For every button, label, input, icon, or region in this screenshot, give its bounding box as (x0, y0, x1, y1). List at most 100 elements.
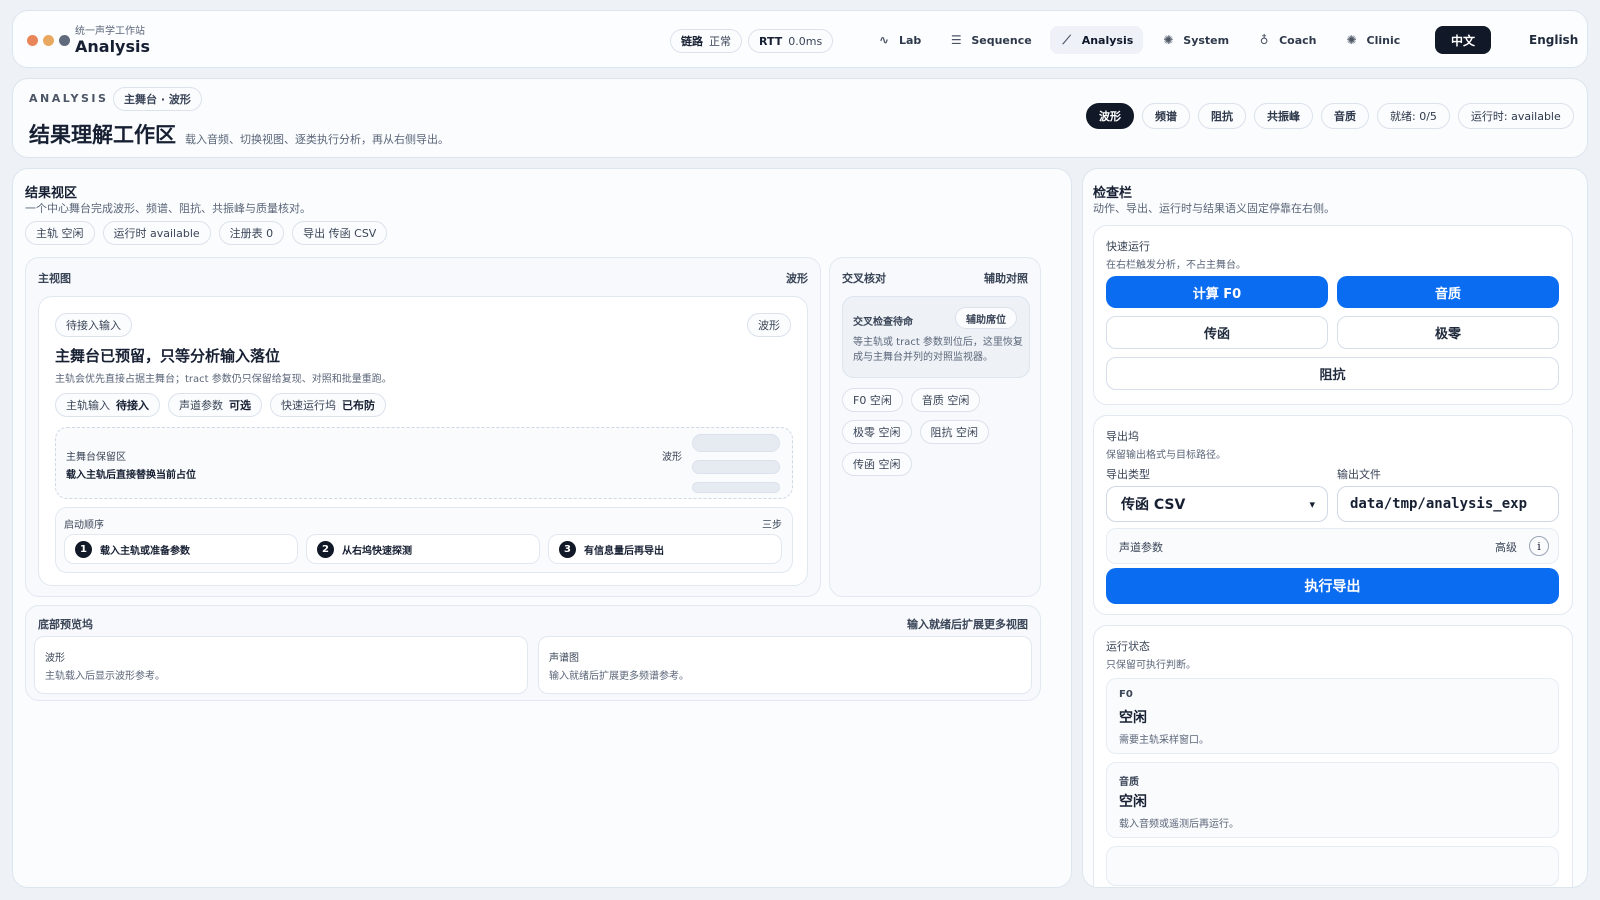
polezero-run-button[interactable]: 极零 (1337, 316, 1559, 349)
cross-aux-label: 辅助对照 (984, 272, 1028, 285)
runtime-status-card: 运行状态 只保留可执行判断。 F0 空闲 需要主轨采样窗口。 音质 空闲 载入音… (1093, 625, 1573, 887)
results-title: 结果视区 (25, 186, 78, 201)
nav-lab-label: Lab (899, 33, 922, 47)
results-panel: 结果视区 一个中心舞台完成波形、频谱、阻抗、共振峰与质量核对。 主轨 空闲 运行… (12, 168, 1072, 888)
export-dock-card: 导出坞 保留输出格式与目标路径。 导出类型 输出文件 传函 CSV ▾ data… (1093, 415, 1573, 615)
runtime-status-title: 运行状态 (1106, 640, 1150, 653)
status-quality-tag: 音质 (1119, 777, 1139, 788)
cross-check-label: 交叉核对 (842, 272, 886, 285)
status-quality-note: 载入音频或遥测后再运行。 (1119, 819, 1239, 830)
chip-tract-params: 声道参数 可选 (168, 393, 262, 417)
step-2: 2 从右坞快速探测 (306, 534, 540, 564)
link-status-pill: 链路 正常 (670, 29, 742, 53)
tab-waveform[interactable]: 波形 (1086, 103, 1134, 129)
preview-spectrogram-text: 输入就绪后扩展更多频谱参考。 (549, 671, 689, 682)
nav-clinic[interactable]: ✺ Clinic (1335, 26, 1411, 54)
tab-formant[interactable]: 共振峰 (1254, 103, 1313, 129)
window-close-dot[interactable] (27, 35, 38, 46)
ready-count-badge: 就绪: 0/5 (1377, 103, 1450, 129)
waveform-icon: ∿ (878, 33, 890, 47)
quality-run-button[interactable]: 音质 (1337, 276, 1559, 308)
window-zoom-dot[interactable] (59, 35, 70, 46)
nav-sequence[interactable]: ☰ Sequence (939, 26, 1041, 54)
page-title: 结果理解工作区 (29, 123, 176, 147)
lang-en-button[interactable]: English (1513, 26, 1594, 54)
runtime-status-subtitle: 只保留可执行判断。 (1106, 660, 1196, 671)
export-type-select[interactable]: 传函 CSV ▾ (1106, 486, 1328, 522)
transfer-run-button[interactable]: 传函 (1106, 316, 1328, 349)
stage-headline: 主舞台已预留，只等分析输入落位 (55, 347, 281, 365)
chip-quick-dock-value: 已布防 (342, 399, 375, 412)
view-tabs: 波形 频谱 阻抗 共振峰 音质 就绪: 0/5 运行时: available (1086, 103, 1574, 129)
output-file-input[interactable]: data/tmp/analysis_exp (1337, 486, 1559, 522)
impedance-run-button[interactable]: 阻抗 (1106, 357, 1559, 390)
main-view-mode: 波形 (786, 272, 808, 285)
chip-tract-params-label: 声道参数 (179, 399, 223, 412)
inspector-panel: 检查栏 动作、导出、运行时与结果语义固定停靠在右侧。 快速运行 在右栏触发分析，… (1082, 168, 1588, 888)
chip-quick-dock-label: 快速运行坞 (281, 399, 336, 412)
gear-icon: ✺ (1163, 33, 1174, 47)
status-f0-note: 需要主轨采样窗口。 (1119, 735, 1209, 746)
chip-impedance-idle: 阻抗 空闲 (919, 420, 989, 444)
track-status-pill: 主轨 空闲 (25, 221, 95, 245)
reserve-text: 载入主轨后直接替换当前占位 (66, 470, 196, 481)
skeleton-bar (692, 482, 780, 493)
tab-spectrum[interactable]: 频谱 (1142, 103, 1190, 129)
compute-f0-button[interactable]: 计算 F0 (1106, 276, 1328, 308)
quick-run-card: 快速运行 在右栏触发分析，不占主舞台。 计算 F0 音质 传函 极零 阻抗 (1093, 225, 1573, 405)
results-status-pills: 主轨 空闲 运行时 available 注册表 0 导出 传函 CSV (25, 221, 388, 245)
chip-f0-idle: F0 空闲 (842, 388, 903, 412)
status-f0-tag: F0 (1119, 689, 1133, 700)
preview-spectrogram-title: 声谱图 (549, 653, 579, 664)
tab-quality[interactable]: 音质 (1321, 103, 1369, 129)
nav-lab[interactable]: ∿ Lab (867, 26, 931, 54)
stage-note: 主轨会优先直接占据主舞台；tract 参数仍只保留给复现、对照和批量重跑。 (55, 374, 392, 385)
launch-sequence: 启动顺序 三步 1 载入主轨或准备参数 2 从右坞快速探测 3 有信息量后再导出 (55, 507, 793, 573)
aux-seat-tag: 辅助席位 (955, 307, 1017, 329)
chip-transfer-idle: 传函 空闲 (842, 452, 912, 476)
cross-check-panel: 交叉核对 辅助对照 交叉检查待命 辅助席位 等主轨或 tract 参数到位后，这… (829, 257, 1041, 597)
export-format-pill: 导出 传函 CSV (292, 221, 388, 245)
lang-zh-button[interactable]: 中文 (1435, 26, 1492, 54)
export-type-value: 传函 CSV (1121, 497, 1186, 513)
status-item-quality: 音质 空闲 载入音频或遥测后再运行。 (1106, 762, 1559, 838)
stage-chips: 主轨输入 待接入 声道参数 可选 快速运行坞 已布防 (55, 393, 386, 417)
results-subtitle: 一个中心舞台完成波形、频谱、阻抗、共振峰与质量核对。 (25, 202, 311, 215)
header-eyebrow: ANALYSIS (29, 92, 109, 105)
info-icon[interactable]: i (1529, 536, 1549, 556)
app-title: Analysis (75, 37, 151, 56)
nav-system[interactable]: ✺ System (1151, 26, 1239, 54)
rtt-pill: RTT 0.0ms (748, 29, 834, 53)
top-bar: 统一声学工作站 Analysis 链路 正常 RTT 0.0ms ∿ Lab ☰… (12, 10, 1588, 68)
chip-tract-params-value: 可选 (229, 399, 251, 412)
chip-track-input-value: 待接入 (116, 399, 149, 412)
cross-pending-text: 等主轨或 tract 参数到位后，这里恢复成与主舞台并列的对照监视器。 (853, 337, 1023, 363)
nav-analysis-label: Analysis (1081, 33, 1134, 47)
status-f0-state: 空闲 (1119, 710, 1147, 726)
tract-params-row[interactable]: 声道参数 高级 i (1106, 528, 1559, 564)
preview-waveform-text: 主轨载入后显示波形参考。 (45, 671, 165, 682)
nav-clinic-label: Clinic (1366, 33, 1401, 47)
execute-export-button[interactable]: 执行导出 (1106, 568, 1559, 604)
reserve-label: 主舞台保留区 (66, 452, 126, 463)
bottom-dock-label: 底部预览坞 (38, 618, 93, 631)
reserve-mode: 波形 (662, 452, 682, 463)
preview-card-spectrogram[interactable]: 声谱图 输入就绪后扩展更多频谱参考。 (538, 636, 1032, 694)
main-nav: ∿ Lab ☰ Sequence ⟋ Analysis ✺ System ♁ C… (867, 26, 1410, 54)
main-view-label: 主视图 (38, 272, 71, 285)
preview-card-waveform[interactable]: 波形 主轨载入后显示波形参考。 (34, 636, 528, 694)
nav-coach[interactable]: ♁ Coach (1247, 26, 1326, 54)
cross-pending-card: 交叉检查待命 辅助席位 等主轨或 tract 参数到位后，这里恢复成与主舞台并列… (842, 296, 1030, 378)
tab-impedance[interactable]: 阻抗 (1198, 103, 1246, 129)
tract-params-level: 高级 (1495, 541, 1517, 554)
chip-polezero-idle: 极零 空闲 (842, 420, 912, 444)
window-minimize-dot[interactable] (43, 35, 54, 46)
nav-analysis[interactable]: ⟋ Analysis (1049, 26, 1144, 54)
bottom-dock-hint: 输入就绪后扩展更多视图 (907, 618, 1028, 631)
stage-tag: 主舞台 · 波形 (113, 87, 202, 111)
app-subtitle: 统一声学工作站 (75, 26, 145, 37)
main-view-panel: 主视图 波形 待接入输入 波形 主舞台已预留，只等分析输入落位 主轨会优先直接占… (25, 257, 821, 597)
step-3-number: 3 (559, 540, 576, 558)
preview-waveform-title: 波形 (45, 653, 65, 664)
nav-system-label: System (1183, 33, 1230, 47)
